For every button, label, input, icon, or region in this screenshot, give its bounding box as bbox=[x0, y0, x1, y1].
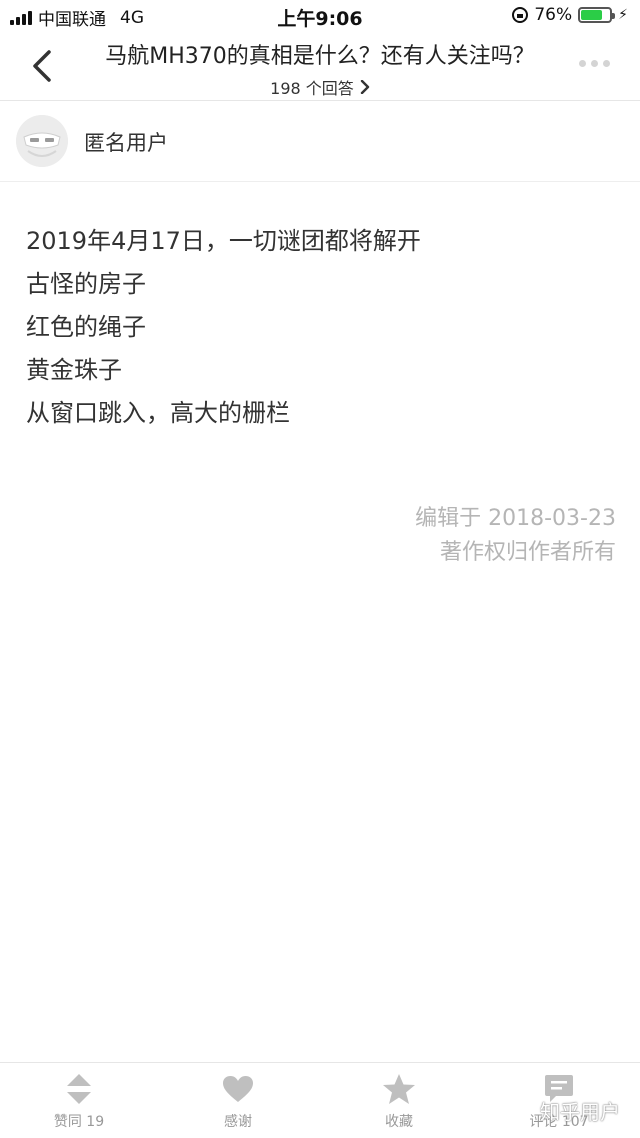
battery-icon bbox=[578, 7, 616, 23]
thanks-button[interactable]: 感谢 bbox=[178, 1071, 298, 1131]
nav-bar: 马航MH370的真相是什么？还有人关注吗？ 198 个回答 bbox=[0, 34, 640, 101]
status-bar: 中国联通 4G 上午9:06 76% ⚡ bbox=[0, 0, 640, 34]
answer-line: 黄金珠子 bbox=[26, 356, 122, 384]
vote-arrows-icon bbox=[67, 1074, 91, 1104]
answer-line: 古怪的房子 bbox=[26, 270, 146, 298]
vote-label: 赞同 19 bbox=[53, 1114, 105, 1130]
more-dots-icon[interactable] bbox=[579, 60, 610, 67]
chevron-left-icon bbox=[33, 50, 51, 82]
battery-percent: 76% bbox=[534, 5, 573, 25]
watermark: 知乎用户 bbox=[540, 1100, 620, 1124]
answer-line: 从窗口跳入，高大的栅栏 bbox=[26, 399, 290, 427]
chevron-right-icon bbox=[360, 80, 370, 94]
star-icon bbox=[383, 1074, 415, 1104]
vote-button[interactable]: 赞同 19 bbox=[19, 1071, 139, 1131]
answer-meta: 编辑于 2018-03-23 著作权归作者所有 bbox=[415, 502, 616, 570]
orientation-lock-icon bbox=[512, 7, 529, 23]
answer-line: 红色的绳子 bbox=[26, 313, 146, 341]
screen: 中国联通 4G 上午9:06 76% ⚡ 马航MH370的真相是什么？还有人关注… bbox=[0, 0, 640, 1138]
copyright-notice: 著作权归作者所有 bbox=[439, 540, 616, 565]
answer-count: 198 个回答 bbox=[270, 79, 354, 98]
heart-icon bbox=[223, 1076, 253, 1102]
edited-date: 编辑于 2018-03-23 bbox=[415, 506, 616, 531]
answer-count-link[interactable]: 198 个回答 bbox=[270, 75, 370, 99]
author-row[interactable]: 匿名用户 bbox=[0, 101, 640, 182]
back-button[interactable] bbox=[22, 44, 62, 88]
thanks-label: 感谢 bbox=[224, 1114, 252, 1130]
answer-content: 2019年4月17日，一切谜团都将解开 古怪的房子 红色的绳子 黄金珠子 从窗口… bbox=[26, 220, 616, 435]
collect-button[interactable]: 收藏 bbox=[339, 1071, 459, 1131]
charging-icon: ⚡ bbox=[618, 7, 628, 23]
author-name[interactable]: 匿名用户 bbox=[84, 127, 168, 157]
question-title: 马航MH370的真相是什么？还有人关注吗？ bbox=[105, 44, 535, 69]
anonymous-avatar-icon[interactable] bbox=[16, 115, 68, 167]
answer-line: 2019年4月17日，一切谜团都将解开 bbox=[26, 227, 421, 255]
question-header[interactable]: 马航MH370的真相是什么？还有人关注吗？ 198 个回答 bbox=[80, 38, 560, 99]
collect-label: 收藏 bbox=[385, 1114, 413, 1130]
